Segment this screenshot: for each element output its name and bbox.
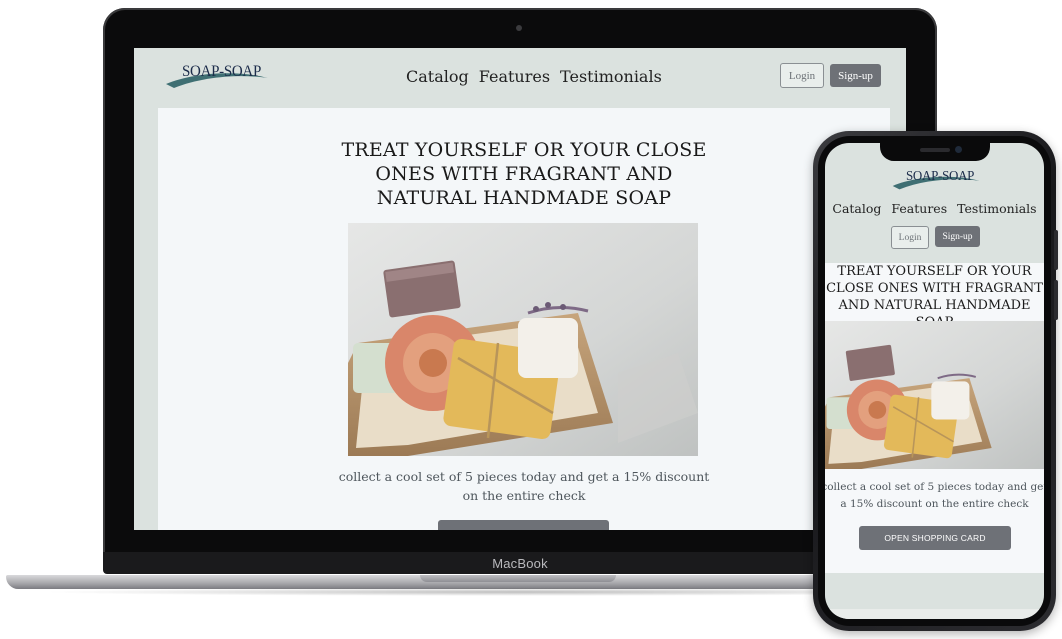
nav-item-catalog[interactable]: Catalog [406, 67, 469, 86]
hero-description-line: collect a cool set of 5 pieces today and… [338, 469, 710, 484]
nav-item-catalog[interactable]: Catalog [832, 201, 881, 216]
hero-title-line: NATURAL HANDMADE SOAP [376, 187, 672, 209]
hero-section: TREAT YOURSELF OR YOUR CLOSE ONES WITH F… [158, 108, 890, 530]
login-button[interactable]: Login [780, 63, 824, 88]
phone-side-button [1054, 230, 1058, 270]
hero-title-line: CLOSE ONES WITH FRAGRANT [826, 281, 1043, 296]
phone-notch [880, 143, 990, 161]
laptop-screen: SOAP-SOAP Catalog Features Testimonials … [134, 48, 906, 530]
hero-description: collect a cool set of 5 pieces today and… [825, 479, 1044, 513]
hero-description-line: a 15% discount on the entire check [840, 498, 1029, 510]
nav-item-testimonials[interactable]: Testimonials [560, 67, 662, 86]
hero-title-line: TREAT YOURSELF OR YOUR CLOSE [341, 139, 707, 161]
hero-title-line: ONES WITH FRAGRANT AND [375, 163, 673, 185]
phone-next-section [825, 609, 1044, 619]
laptop-camera [516, 25, 522, 31]
phone-hero-section: TREAT YOURSELF OR YOUR CLOSE ONES WITH F… [825, 263, 1044, 573]
signup-button[interactable]: Sign-up [935, 226, 980, 247]
hero-soap-image [825, 321, 1044, 469]
hero-soap-image [348, 223, 698, 456]
hero-description: collect a cool set of 5 pieces today and… [158, 467, 890, 505]
phone-main-nav: Catalog Features Testimonials [825, 201, 1044, 216]
phone-camera [955, 146, 962, 153]
open-shopping-card-button[interactable]: OPEN SHOPPING CARD [859, 526, 1011, 550]
site-logo[interactable]: SOAP-SOAP [164, 62, 270, 92]
signup-button[interactable]: Sign-up [830, 64, 881, 87]
phone-screen: SOAP-SOAP Catalog Features Testimonials … [825, 143, 1044, 619]
hero-description-line: collect a cool set of 5 pieces today and… [825, 481, 1044, 493]
hero-description-line: on the entire check [462, 488, 586, 503]
hero-title: TREAT YOURSELF OR YOUR CLOSE ONES WITH F… [158, 138, 890, 210]
nav-item-testimonials[interactable]: Testimonials [957, 201, 1037, 216]
nav-item-features[interactable]: Features [479, 67, 550, 86]
nav-item-features[interactable]: Features [891, 201, 947, 216]
phone-side-button [1054, 280, 1058, 320]
laptop-notch [420, 575, 616, 582]
phone-speaker [920, 148, 950, 152]
logo-text: SOAP-SOAP [906, 167, 975, 184]
hero-title-line: TREAT YOURSELF OR YOUR [837, 264, 1032, 279]
logo-text: SOAP-SOAP [182, 63, 261, 81]
open-shopping-card-button[interactable] [438, 520, 609, 530]
main-nav: Catalog Features Testimonials [406, 67, 662, 86]
phone-site-logo[interactable]: SOAP-SOAP [891, 167, 981, 193]
login-button[interactable]: Login [891, 226, 929, 249]
